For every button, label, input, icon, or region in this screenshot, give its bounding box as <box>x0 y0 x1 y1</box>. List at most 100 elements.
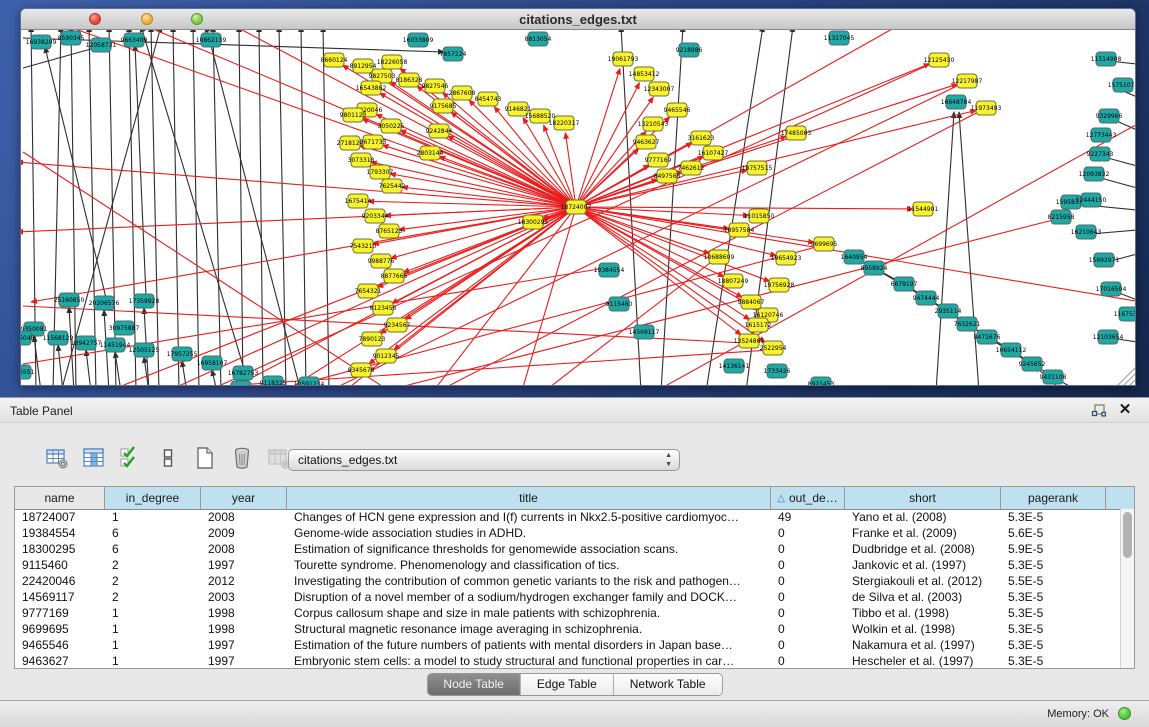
table-settings-icon[interactable] <box>44 445 70 471</box>
graph-node[interactable]: 25160850 <box>54 293 85 307</box>
network-canvas[interactable]: 1693820985903451205873196634091086213916… <box>21 30 1135 385</box>
resize-grip[interactable] <box>1123 374 1135 385</box>
graph-node[interactable]: 17957255 <box>167 347 198 361</box>
graph-node[interactable]: 18757515 <box>742 161 773 175</box>
graph-node[interactable]: 15692971 <box>1089 253 1120 267</box>
graph-node[interactable]: 16648784 <box>941 95 972 109</box>
graph-node[interactable]: 11514908 <box>1091 52 1122 66</box>
table-selector-dropdown[interactable]: citations_edges.txt ▲▼ <box>288 449 680 471</box>
graph-node[interactable]: 2803144 <box>417 146 444 160</box>
graph-node[interactable]: 8454743 <box>475 92 502 106</box>
tab-node-table[interactable]: Node Table <box>427 674 521 695</box>
table-row[interactable]: 946362711997Embryonic stem cells: a mode… <box>15 653 1120 668</box>
graph-node[interactable]: 2671733 <box>360 135 387 149</box>
graph-node[interactable]: 1733426 <box>764 364 791 378</box>
graph-node[interactable]: 9065551 <box>21 365 35 379</box>
graph-node[interactable]: 16782753 <box>228 366 259 380</box>
table-row[interactable]: 969969511998Structural magnetic resonanc… <box>15 621 1120 637</box>
graph-node[interactable]: 7462612 <box>678 161 705 175</box>
graph-node[interactable]: 19654923 <box>771 251 802 265</box>
graph-node[interactable]: 9699695 <box>811 237 838 251</box>
graph-node[interactable]: 8186328 <box>396 73 423 87</box>
graph-node[interactable]: 9118325 <box>260 376 287 385</box>
new-table-icon[interactable] <box>192 445 218 471</box>
graph-node[interactable]: 8877665 <box>381 269 408 283</box>
table-row[interactable]: 2242004622012Investigating the contribut… <box>15 573 1120 589</box>
column-header-out_degree[interactable]: △out_de… <box>771 487 845 509</box>
graph-node[interactable]: 8765123 <box>376 224 403 238</box>
memory-ok-icon[interactable] <box>1118 707 1131 720</box>
graph-node[interactable]: 9777169 <box>645 153 672 167</box>
graph-node[interactable]: 9474444 <box>913 291 940 305</box>
graph-node[interactable]: 18226058 <box>377 55 408 69</box>
graph-node[interactable]: 12343007 <box>644 82 675 96</box>
table-row[interactable]: 1456911722003Disruption of a novel membe… <box>15 589 1120 605</box>
graph-node[interactable]: 9663409 <box>121 33 148 47</box>
column-header-year[interactable]: year <box>201 487 287 509</box>
graph-node[interactable]: 9988776 <box>368 254 395 268</box>
graph-node[interactable]: 19756928 <box>764 278 795 292</box>
table-row[interactable]: 911546021997Tourette syndrome. Phenomeno… <box>15 557 1120 573</box>
graph-node[interactable]: 15751074 <box>1108 78 1135 92</box>
graph-node[interactable]: 2522954 <box>760 341 787 355</box>
table-scrollbar-thumb[interactable] <box>1123 512 1132 558</box>
graph-node[interactable]: 9465546 <box>664 103 691 117</box>
graph-node[interactable]: 8215958 <box>1048 210 1075 224</box>
column-header-in_degree[interactable]: in_degree <box>105 487 201 509</box>
graph-node[interactable]: 16958107 <box>197 356 228 370</box>
network-graph[interactable]: 1693820985903451205873196634091086213916… <box>21 30 1135 385</box>
graph-node[interactable]: 11544901 <box>908 202 939 216</box>
float-panel-icon[interactable] <box>1091 403 1107 419</box>
graph-node[interactable]: 12103654 <box>1093 330 1124 344</box>
graph-node[interactable]: 11317045 <box>824 31 855 45</box>
graph-node[interactable]: 7543210 <box>350 239 377 253</box>
graph-node[interactable]: 1675414 <box>345 194 372 208</box>
column-header-name[interactable]: name <box>15 487 105 509</box>
graph-node[interactable]: 1793307 <box>367 165 394 179</box>
table-row[interactable]: 1872400712008Changes of HCN gene express… <box>15 509 1120 525</box>
graph-node[interactable]: 7625442 <box>379 179 406 193</box>
table-scrollbar[interactable] <box>1120 509 1134 668</box>
graph-node[interactable]: 8921453 <box>808 377 835 385</box>
column-header-title[interactable]: title <box>287 487 771 509</box>
graph-node[interactable]: 9175685 <box>430 99 457 113</box>
graph-node[interactable]: 8123456 <box>370 301 397 315</box>
close-panel-icon[interactable]: ✕ <box>1117 402 1133 418</box>
graph-node[interactable]: 9012345 <box>373 349 400 363</box>
select-rows-icon[interactable] <box>118 445 144 471</box>
graph-node[interactable]: 6679197 <box>891 277 918 291</box>
graph-node[interactable]: 9801123 <box>340 108 367 122</box>
network-view-window[interactable]: citations_edges.txt 16938209859034512058… <box>20 8 1136 386</box>
column-chooser-icon[interactable] <box>81 445 107 471</box>
graph-node[interactable]: 14853412 <box>629 67 660 81</box>
graph-node[interactable]: 2867608 <box>449 86 476 100</box>
window-titlebar[interactable]: citations_edges.txt <box>21 9 1135 30</box>
row-height-icon[interactable] <box>155 445 181 471</box>
table-row[interactable]: 1830029562008Estimation of significance … <box>15 541 1120 557</box>
graph-node[interactable]: 16938209 <box>26 35 57 49</box>
graph-node[interactable]: 17485083 <box>781 126 812 140</box>
graph-node[interactable]: 7890123 <box>359 332 386 346</box>
graph-node[interactable]: 1615172 <box>745 318 772 332</box>
column-header-pagerank[interactable]: pagerank <box>1001 487 1106 509</box>
graph-node[interactable]: 9115460 <box>606 297 633 311</box>
graph-node[interactable]: 11568129 <box>43 331 74 345</box>
graph-node[interactable]: 9234567 <box>384 318 411 332</box>
tab-network-table[interactable]: Network Table <box>614 674 722 695</box>
graph-node[interactable]: 8813054 <box>525 32 552 46</box>
graph-node[interactable]: 9227343 <box>1087 147 1114 161</box>
resize-grip[interactable] <box>1129 380 1135 385</box>
graph-node[interactable]: 8345678 <box>348 363 375 377</box>
graph-node[interactable]: 8497568 <box>654 169 681 183</box>
graph-node[interactable]: 12773443 <box>1086 128 1117 142</box>
graph-node[interactable]: 12505125 <box>129 343 160 357</box>
graph-node[interactable]: 18957584 <box>724 223 755 237</box>
graph-node[interactable]: 11015850 <box>744 209 775 223</box>
graph-node[interactable]: 9203344 <box>362 209 389 223</box>
graph-node[interactable]: 9463627 <box>633 135 660 149</box>
graph-node[interactable]: 19061793 <box>608 52 639 66</box>
graph-node[interactable]: 8471676 <box>974 330 1001 344</box>
graph-node[interactable]: 9218986 <box>676 43 703 57</box>
graph-node[interactable]: 9245652 <box>1019 357 1046 371</box>
graph-node[interactable]: 3073318 <box>348 153 375 167</box>
